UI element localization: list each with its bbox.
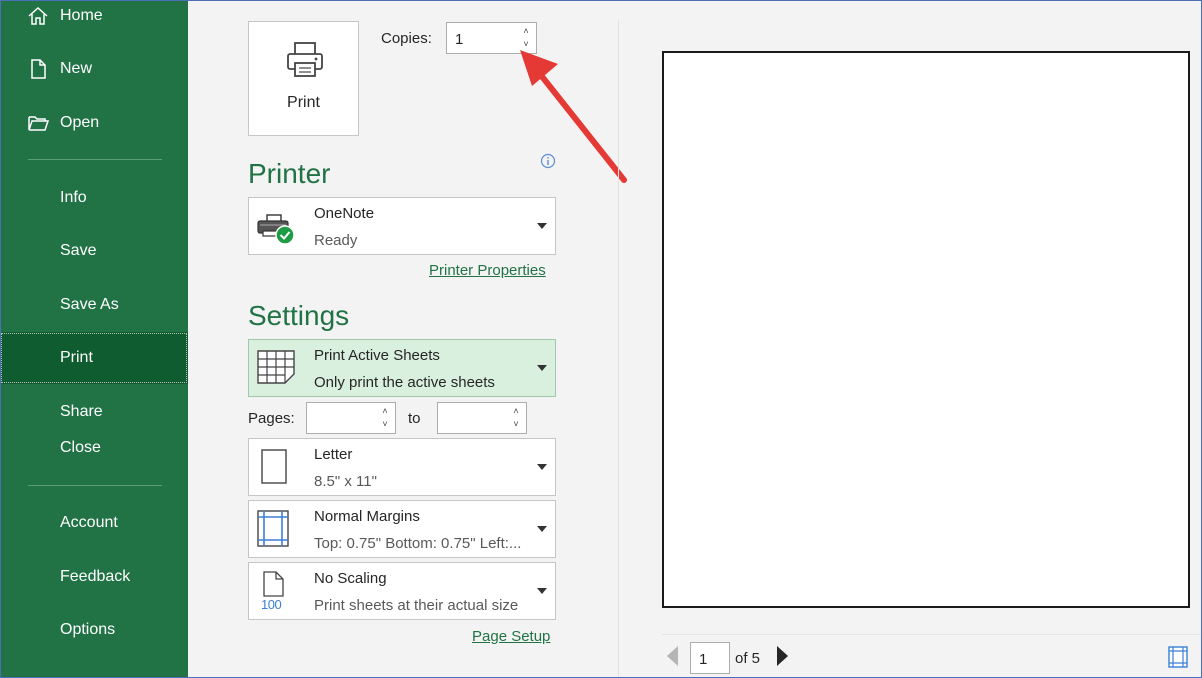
paper-size-sub: 8.5" x 11" xyxy=(314,473,377,490)
printer-section-title: Printer xyxy=(248,158,331,189)
print-preview-page xyxy=(662,51,1190,608)
scaling-sub: Print sheets at their actual size xyxy=(314,597,519,614)
printer-ready-icon xyxy=(257,212,297,251)
sidebar-item-home[interactable]: Home xyxy=(0,0,188,40)
sidebar-item-close[interactable]: Close xyxy=(0,424,188,472)
sidebar-item-info[interactable]: Info xyxy=(0,174,188,222)
sidebar-item-options[interactable]: Options xyxy=(0,606,188,654)
sidebar-item-print[interactable]: Print xyxy=(0,332,188,384)
page-number-input[interactable]: 1 xyxy=(690,642,730,674)
caret-down-icon xyxy=(537,223,547,229)
paper-size-dropdown[interactable]: Letter 8.5" x 11" xyxy=(248,438,556,496)
printer-dropdown[interactable]: OneNote Ready xyxy=(248,197,556,255)
sidebar-item-label: Share xyxy=(60,403,103,420)
sidebar-item-label: Account xyxy=(60,514,118,531)
info-icon[interactable] xyxy=(540,153,556,174)
open-folder-icon xyxy=(27,112,49,134)
printer-name: OneNote xyxy=(314,205,375,222)
annotation-arrow-icon xyxy=(520,50,627,183)
print-scope-sub: Only print the active sheets xyxy=(314,374,495,391)
sheet-grid-icon xyxy=(257,350,295,389)
caret-down-icon xyxy=(537,526,547,532)
scaling-dropdown[interactable]: 100 No Scaling Print sheets at their act… xyxy=(248,562,556,620)
scaling-main: No Scaling xyxy=(314,570,387,587)
previous-page-icon[interactable] xyxy=(667,646,678,666)
print-scope-dropdown[interactable]: Print Active Sheets Only print the activ… xyxy=(248,339,556,397)
copies-value: 1 xyxy=(455,31,464,48)
sidebar-item-label: Save xyxy=(60,242,97,259)
preview-separator xyxy=(662,634,1202,635)
backstage-sidebar: Home New Open Info Save Save As Print Sh… xyxy=(0,0,188,678)
chevron-down-icon[interactable]: ˅ xyxy=(510,418,522,431)
sidebar-item-feedback[interactable]: Feedback xyxy=(0,553,188,601)
sidebar-item-label: Print xyxy=(60,349,93,366)
print-button-label: Print xyxy=(287,94,320,111)
pages-to-stepper[interactable]: ˄ ˅ xyxy=(437,402,527,434)
page-number-value: 1 xyxy=(699,651,708,668)
print-scope-main: Print Active Sheets xyxy=(314,347,440,364)
pages-from-stepper[interactable]: ˄ ˅ xyxy=(306,402,396,434)
sidebar-separator xyxy=(28,485,162,486)
print-button[interactable]: Print xyxy=(248,21,359,136)
chevron-down-icon[interactable]: ˅ xyxy=(379,418,391,431)
pages-label: Pages: xyxy=(248,410,295,427)
next-page-icon[interactable] xyxy=(777,646,788,666)
sidebar-item-label: Feedback xyxy=(60,568,131,585)
chevron-up-icon[interactable]: ˄ xyxy=(520,25,532,38)
sidebar-item-label: Info xyxy=(60,189,87,206)
copies-label: Copies: xyxy=(381,30,432,47)
copies-spin-arrows: ˄ ˅ xyxy=(520,25,532,51)
pages-to-spin-arrows: ˄ ˅ xyxy=(510,405,522,431)
sidebar-item-account[interactable]: Account xyxy=(0,499,188,547)
sidebar-item-save-as[interactable]: Save As xyxy=(0,281,188,329)
margins-sub: Top: 0.75" Bottom: 0.75" Left:... xyxy=(314,535,522,552)
sidebar-item-new[interactable]: New xyxy=(0,45,188,93)
panel-divider xyxy=(618,20,619,678)
sidebar-item-label: Options xyxy=(60,621,116,638)
margins-dropdown[interactable]: Normal Margins Top: 0.75" Bottom: 0.75" … xyxy=(248,500,556,558)
paper-size-main: Letter xyxy=(314,446,353,463)
pages-from-spin-arrows: ˄ ˅ xyxy=(379,405,391,431)
printer-status: Ready xyxy=(314,232,358,249)
printer-properties-link[interactable]: Printer Properties xyxy=(429,262,546,279)
margins-main: Normal Margins xyxy=(314,508,420,525)
sidebar-item-open[interactable]: Open xyxy=(0,99,188,147)
sidebar-separator xyxy=(28,159,162,160)
pages-to-label: to xyxy=(408,410,421,427)
printer-icon xyxy=(285,40,325,85)
sidebar-item-label: Open xyxy=(60,114,100,131)
sidebar-item-label: Save As xyxy=(60,296,119,313)
caret-down-icon xyxy=(537,588,547,594)
paper-page-icon xyxy=(261,449,289,490)
chevron-up-icon[interactable]: ˄ xyxy=(510,405,522,418)
margins-icon xyxy=(257,510,291,553)
sidebar-item-label: Home xyxy=(60,7,103,24)
page-setup-link[interactable]: Page Setup xyxy=(472,628,550,645)
scaling-icon: 100 xyxy=(261,571,287,615)
new-document-icon xyxy=(27,58,49,80)
home-icon xyxy=(27,5,49,27)
caret-down-icon xyxy=(537,365,547,371)
sidebar-item-label: Close xyxy=(60,439,101,456)
page-count-label: of 5 xyxy=(735,650,761,667)
chevron-up-icon[interactable]: ˄ xyxy=(379,405,391,418)
sidebar-item-save[interactable]: Save xyxy=(0,227,188,275)
caret-down-icon xyxy=(537,464,547,470)
scaling-icon-text: 100 xyxy=(261,597,282,612)
settings-section-title: Settings xyxy=(248,300,350,331)
sidebar-item-label: New xyxy=(60,60,93,77)
show-margins-icon[interactable] xyxy=(1168,646,1188,673)
